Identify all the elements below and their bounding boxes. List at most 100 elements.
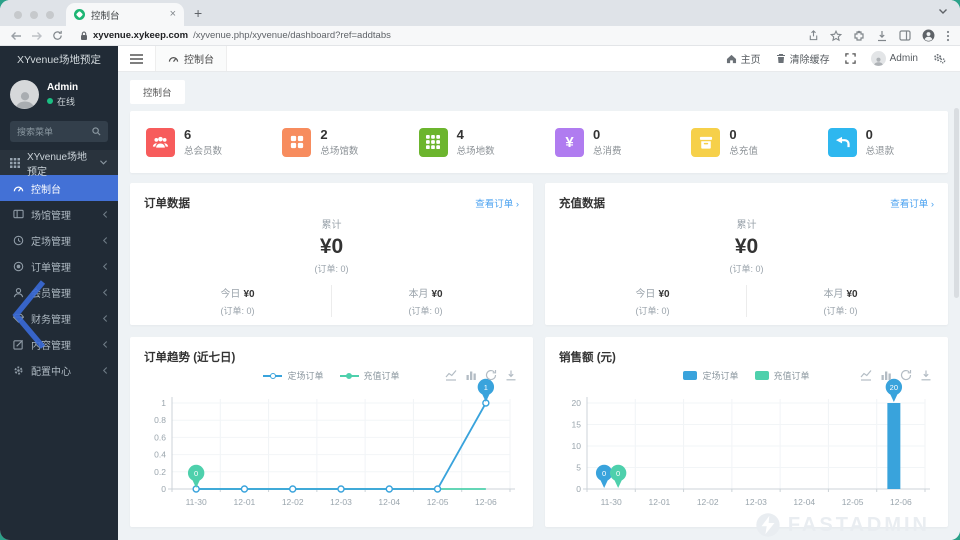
- forward-icon[interactable]: [31, 31, 43, 41]
- back-icon[interactable]: [10, 31, 22, 41]
- stat-total-consumption: ¥ 0 总消费: [539, 111, 675, 173]
- toggle-bar-chart-icon[interactable]: [880, 369, 892, 381]
- download-image-icon[interactable]: [920, 369, 932, 381]
- sidebar: XYvenue场地预定 Admin 在线 XYvenue场地预定: [0, 46, 118, 540]
- venue-icon: [13, 209, 24, 219]
- svg-text:12-02: 12-02: [697, 497, 719, 507]
- stat-label: 总会员数: [184, 143, 222, 157]
- address-bar[interactable]: xyvenue.xykeep.com/xyvenue.php/xyvenue/d…: [80, 30, 808, 41]
- fullscreen-button[interactable]: [845, 53, 856, 64]
- fullscreen-icon: [845, 53, 856, 64]
- minimize-window-button[interactable]: [30, 11, 38, 19]
- month-stats: 本月¥0 (订单: 0): [331, 285, 519, 317]
- share-icon[interactable]: [808, 30, 819, 41]
- svg-text:12-06: 12-06: [475, 497, 497, 507]
- svg-text:5: 5: [576, 463, 581, 473]
- tab-search-chevron-icon[interactable]: [938, 2, 948, 20]
- topbar-tab-label: 控制台: [184, 51, 214, 66]
- brand-title: XYvenue场地预定: [0, 46, 118, 73]
- view-orders-link[interactable]: 查看订单 ›: [890, 196, 934, 210]
- maximize-window-button[interactable]: [46, 11, 54, 19]
- toggle-bar-chart-icon[interactable]: [465, 369, 477, 381]
- online-status-label: 在线: [57, 95, 75, 108]
- chevron-left-icon: [102, 262, 108, 271]
- svg-text:12-02: 12-02: [282, 497, 304, 507]
- total-amount: ¥0: [144, 235, 519, 259]
- stat-total-members: 6 总会员数: [130, 111, 266, 173]
- order-data-panel: 订单数据 查看订单 › 累计 ¥0 (订单: 0) 今日¥0 (订单: 0): [130, 183, 533, 325]
- restore-icon[interactable]: [900, 369, 912, 381]
- sidebar-item-label: 配置中心: [31, 363, 95, 378]
- svg-text:12-05: 12-05: [427, 497, 449, 507]
- svg-text:0.8: 0.8: [154, 415, 166, 425]
- app-topbar: 控制台 主页 清除缓存: [118, 46, 960, 72]
- chevron-left-icon: [102, 366, 108, 375]
- menu-search-input[interactable]: [17, 127, 92, 137]
- svg-text:0: 0: [576, 484, 581, 494]
- sidebar-item-venue-mgmt[interactable]: 场馆管理: [0, 201, 118, 227]
- settings-button[interactable]: [933, 53, 946, 64]
- chevron-left-icon: [102, 340, 108, 349]
- profile-avatar-icon[interactable]: [922, 29, 935, 42]
- svg-text:1: 1: [484, 383, 488, 392]
- sidebar-item-dashboard[interactable]: 控制台: [0, 175, 118, 201]
- trash-icon: [776, 53, 786, 64]
- gears-icon: [933, 53, 946, 64]
- sidebar-item-config-center[interactable]: 配置中心: [0, 357, 118, 383]
- svg-text:11-30: 11-30: [601, 497, 622, 507]
- svg-text:0.4: 0.4: [154, 450, 166, 460]
- svg-text:0: 0: [602, 469, 606, 478]
- svg-text:1: 1: [161, 398, 166, 408]
- stat-total-fields: 4 总场地数: [403, 111, 539, 173]
- panel-title: 订单趋势 (近七日): [144, 349, 235, 365]
- close-window-button[interactable]: [14, 11, 22, 19]
- hamburger-menu-icon[interactable]: [118, 54, 155, 64]
- topbar-user[interactable]: Admin: [871, 51, 918, 66]
- svg-text:15: 15: [572, 420, 582, 430]
- scrollbar-thumb[interactable]: [954, 108, 959, 298]
- legend-item-booking-orders[interactable]: 定场订单: [263, 369, 323, 382]
- sidebar-item-order-mgmt[interactable]: 订单管理: [0, 253, 118, 279]
- sidebar-group-xyvenue[interactable]: XYvenue场地预定: [0, 150, 118, 175]
- downloads-icon[interactable]: [876, 30, 888, 42]
- download-image-icon[interactable]: [505, 369, 517, 381]
- home-button[interactable]: 主页: [726, 51, 761, 66]
- tab-close-icon[interactable]: ×: [170, 9, 176, 20]
- svg-text:0: 0: [194, 469, 198, 478]
- dashboard-icon: [168, 54, 179, 63]
- bookmark-star-icon[interactable]: [830, 30, 842, 42]
- sales-amount-panel: 销售额 (元) 定场订单 充值订单: [545, 337, 948, 527]
- content-scrollbar: [954, 80, 959, 536]
- view-orders-link[interactable]: 查看订单 ›: [475, 196, 519, 210]
- legend-item-recharge-orders[interactable]: 充值订单: [340, 369, 400, 382]
- url-domain: xyvenue.xykeep.com: [93, 30, 188, 41]
- chevron-left-icon: [102, 236, 108, 245]
- content-tabs: 控制台: [118, 72, 960, 104]
- legend-item-recharge-orders[interactable]: 充值订单: [755, 369, 810, 382]
- toggle-line-chart-icon[interactable]: [445, 369, 457, 381]
- reload-icon[interactable]: [52, 30, 63, 41]
- panel-title: 销售额 (元): [559, 349, 616, 365]
- stat-value: 0: [593, 127, 622, 143]
- extensions-icon[interactable]: [853, 30, 865, 42]
- clear-cache-button[interactable]: 清除缓存: [776, 51, 830, 66]
- side-panel-icon[interactable]: [899, 30, 911, 41]
- svg-text:12-03: 12-03: [745, 497, 767, 507]
- total-order-count: (订单: 0): [144, 262, 519, 275]
- sidebar-item-booking-mgmt[interactable]: 定场管理: [0, 227, 118, 253]
- restore-icon[interactable]: [485, 369, 497, 381]
- sidebar-group-label: XYvenue场地预定: [27, 148, 92, 178]
- svg-text:0.2: 0.2: [154, 467, 166, 477]
- legend-item-booking-orders[interactable]: 定场订单: [683, 369, 738, 382]
- content-tab-dashboard[interactable]: 控制台: [130, 80, 185, 104]
- new-tab-button[interactable]: +: [194, 5, 202, 21]
- fastadmin-logo-icon: [755, 512, 781, 538]
- dot-circle-icon: [13, 261, 24, 272]
- topbar-avatar: [871, 51, 886, 66]
- stats-panel: 6 总会员数 2 总场馆数 4: [130, 111, 948, 173]
- toggle-line-chart-icon[interactable]: [860, 369, 872, 381]
- menu-search: [10, 121, 108, 142]
- menu-dots-icon[interactable]: [946, 30, 950, 42]
- topbar-tab-dashboard[interactable]: 控制台: [155, 46, 227, 71]
- browser-tab[interactable]: 控制台 ×: [66, 3, 184, 26]
